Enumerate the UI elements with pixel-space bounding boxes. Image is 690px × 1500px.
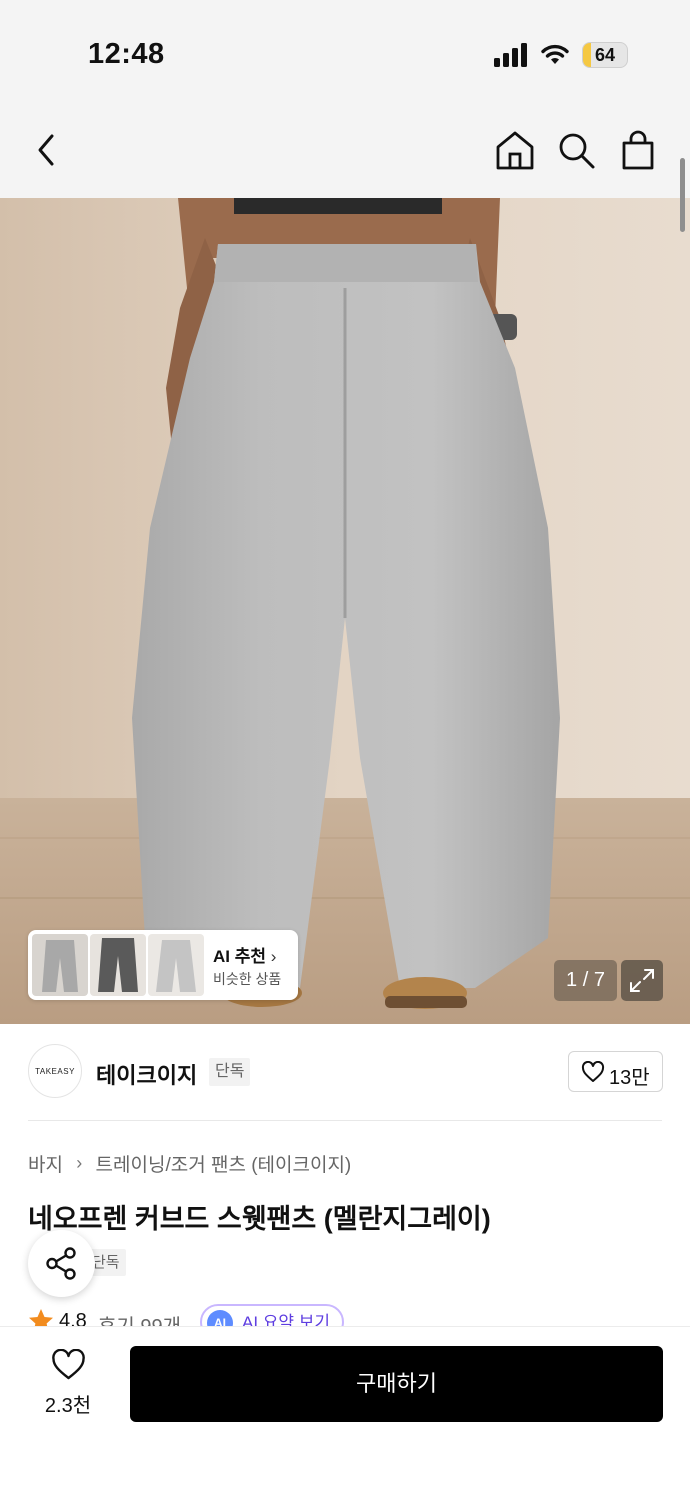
breadcrumb-subcategory[interactable]: 트레이닝/조거 팬츠 (테이크이지): [96, 1150, 352, 1177]
wishlist-count: 2.3천: [44, 1395, 92, 1417]
status-time: 12:48: [88, 38, 165, 70]
star-icon: [29, 1309, 53, 1326]
brand-logo[interactable]: TAKEASY: [28, 1044, 82, 1098]
bottom-action-bar: 2.3천 구매하기: [0, 1326, 690, 1500]
expand-icon[interactable]: [621, 960, 663, 1001]
rating-row: 4.8 후기 99개 AI AI 요약 보기: [28, 1304, 428, 1326]
ai-recommend-subtitle: 비슷한 상품: [213, 971, 282, 987]
brand-name[interactable]: 테이크이지: [96, 1058, 197, 1090]
ai-summary-button[interactable]: AI AI 요약 보기: [200, 1304, 345, 1326]
heart-icon: [52, 1349, 85, 1380]
status-bar: 12:48 64: [0, 0, 690, 100]
wishlist-button[interactable]: 2.3천: [28, 1349, 108, 1425]
recommend-thumbnail[interactable]: [32, 934, 88, 996]
breadcrumb-category[interactable]: 바지: [28, 1150, 63, 1177]
product-title: 네오프렌 커브드 스웻팬츠 (멜란지그레이): [28, 1204, 491, 1234]
ai-badge-icon: AI: [207, 1310, 233, 1326]
share-button[interactable]: [28, 1230, 95, 1297]
ai-recommend-title: AI 추천 ›: [213, 947, 277, 966]
shopping-bag-icon[interactable]: [616, 128, 660, 172]
search-icon[interactable]: [554, 128, 598, 172]
divider: [28, 1120, 662, 1121]
battery-icon: 64: [582, 42, 628, 68]
ai-recommend-card[interactable]: AI 추천 › 비슷한 상품: [28, 930, 298, 1000]
signal-icon: [494, 43, 527, 67]
chevron-right-icon: ›: [270, 947, 277, 966]
brand-like-button[interactable]: 13만: [568, 1051, 663, 1092]
breadcrumb: 바지 › 트레이닝/조거 팬츠 (테이크이지): [28, 1150, 351, 1177]
recommend-thumbnail[interactable]: [90, 934, 146, 996]
product-photo: [0, 198, 690, 1024]
buy-button[interactable]: 구매하기: [130, 1346, 663, 1422]
recommend-thumbnail[interactable]: [148, 934, 204, 996]
top-nav-bar: [0, 100, 690, 198]
home-icon[interactable]: [493, 128, 537, 172]
product-image-gallery[interactable]: AI 추천 › 비슷한 상품 1 / 7: [0, 198, 690, 1024]
battery-level: 64: [594, 45, 616, 65]
scrollbar[interactable]: [680, 158, 685, 232]
review-count[interactable]: 후기 99개: [98, 1310, 181, 1326]
rating-value: 4.8: [59, 1310, 87, 1326]
brand-like-count: 13만: [609, 1067, 650, 1089]
image-pager: 1 / 7: [554, 960, 617, 1001]
exclusive-tag: 단독: [209, 1058, 251, 1086]
heart-icon: [581, 1061, 605, 1082]
wifi-icon: [541, 44, 569, 64]
chevron-right-icon: ›: [76, 1153, 83, 1173]
ai-summary-label: AI 요약 보기: [242, 1313, 331, 1326]
back-arrow-icon[interactable]: [26, 128, 70, 172]
share-icon: [46, 1247, 76, 1280]
